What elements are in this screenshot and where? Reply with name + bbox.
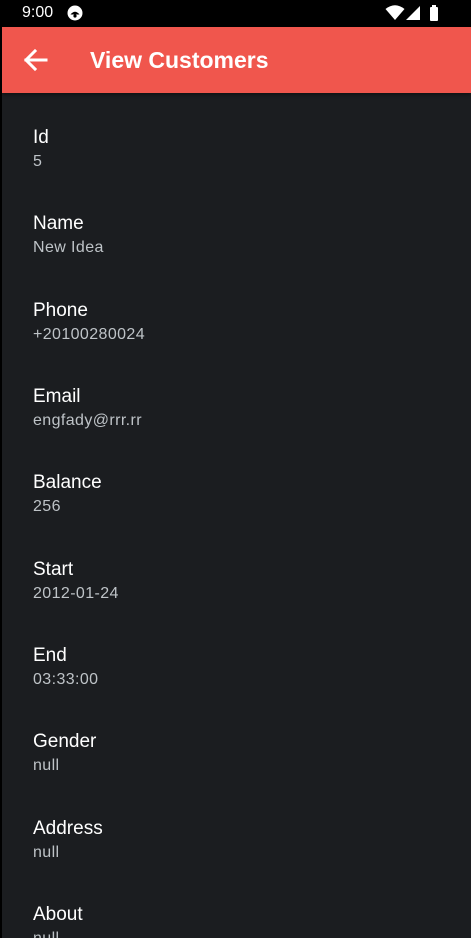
field-label: End [33, 645, 67, 666]
customer-details[interactable]: Id 5 Name New Idea Phone +20100280024 Em… [2, 93, 471, 938]
field-about: About null [33, 904, 453, 938]
field-label: Address [33, 818, 103, 839]
field-value: engfady@rrr.rr [33, 412, 142, 429]
field-value: 2012-01-24 [33, 585, 119, 602]
signal-icon [406, 6, 420, 20]
field-address: Address null [33, 818, 453, 862]
field-name: Name New Idea [33, 213, 453, 257]
app-bar: View Customers [2, 27, 471, 93]
wifi-icon [385, 5, 405, 20]
field-end: End 03:33:00 [33, 645, 453, 689]
field-label: Id [33, 127, 49, 148]
status-bar: 9:00 [0, 0, 471, 27]
field-value: 5 [33, 153, 43, 170]
field-value: New Idea [33, 239, 104, 256]
field-start: Start 2012-01-24 [33, 559, 453, 603]
field-label: Email [33, 386, 81, 407]
field-value: null [33, 757, 60, 774]
field-value: null [33, 929, 453, 938]
field-label: Start [33, 559, 74, 580]
battery-icon [430, 5, 438, 21]
field-label: Gender [33, 731, 97, 752]
page-title: View Customers [90, 47, 269, 73]
arrow-back-icon[interactable] [16, 40, 56, 80]
field-value: null [33, 844, 60, 861]
field-email: Email engfady@rrr.rr [33, 386, 453, 430]
field-gender: Gender null [33, 731, 453, 775]
status-time: 9:00 [22, 4, 54, 21]
field-label: About [33, 904, 83, 925]
field-value: 256 [33, 498, 61, 515]
field-label: Balance [33, 472, 102, 493]
field-id: Id 5 [33, 127, 453, 171]
field-phone: Phone +20100280024 [33, 300, 453, 344]
field-label: Phone [33, 300, 88, 321]
field-label: Name [33, 213, 84, 234]
field-value: 03:33:00 [33, 671, 99, 688]
field-value: +20100280024 [33, 326, 146, 343]
field-balance: Balance 256 [33, 472, 453, 516]
notification-icon [67, 5, 83, 21]
